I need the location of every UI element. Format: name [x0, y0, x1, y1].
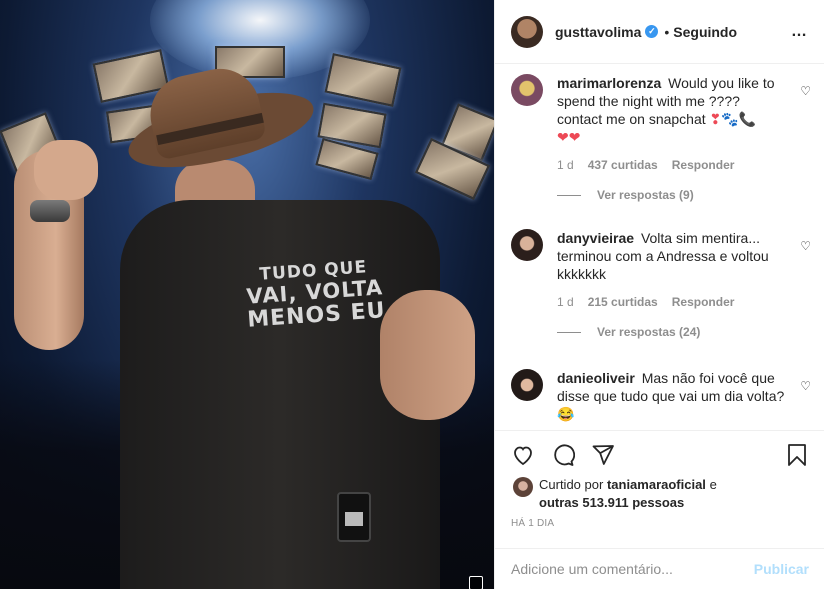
- watermark-icon: [469, 576, 483, 589]
- like-button[interactable]: [511, 439, 551, 471]
- heart-icon: [514, 446, 532, 465]
- reply-button[interactable]: Responder: [672, 295, 735, 309]
- follow-button[interactable]: Seguindo: [673, 24, 737, 40]
- avatar[interactable]: [511, 369, 543, 401]
- share-icon: [592, 444, 614, 465]
- wristwatch: [30, 200, 70, 222]
- comment-item: danieoliveir Mas não foi você que disse …: [511, 369, 811, 423]
- fist: [34, 140, 98, 200]
- comment-body: marimarlorenza Would you like to spend t…: [557, 74, 787, 146]
- view-replies-label: Ver respostas (9): [597, 188, 694, 202]
- separator-dot: •: [664, 23, 670, 40]
- divider-line: [557, 331, 581, 333]
- post-timestamp[interactable]: HÁ 1 DIA: [511, 518, 554, 529]
- bookmark-icon: [788, 443, 806, 466]
- publish-button[interactable]: Publicar: [754, 561, 809, 577]
- add-comment-bar: Adicione um comentário... Publicar: [495, 548, 824, 589]
- comment-username[interactable]: danyvieirae: [557, 230, 634, 246]
- avatar[interactable]: [511, 229, 543, 261]
- comment-icon: [554, 444, 575, 466]
- comment-body: danyvieirae Volta sim mentira... termino…: [557, 229, 787, 283]
- post-header: gusttavolima ✓ • Seguindo …: [495, 0, 824, 64]
- comment-input[interactable]: Adicione um comentário...: [511, 561, 754, 577]
- comment-username[interactable]: marimarlorenza: [557, 75, 661, 91]
- comment-item: danyvieirae Volta sim mentira... termino…: [511, 229, 811, 339]
- comment-body: danieoliveir Mas não foi você que disse …: [557, 369, 787, 423]
- comment-like-heart-icon[interactable]: ♡: [800, 379, 811, 393]
- save-button[interactable]: [785, 439, 809, 471]
- verified-badge-icon: ✓: [645, 25, 659, 38]
- comment-time: 1 d: [557, 295, 574, 309]
- comment-like-heart-icon[interactable]: ♡: [800, 84, 811, 98]
- avatar[interactable]: [513, 477, 533, 497]
- view-replies-button[interactable]: Ver respostas (24): [557, 325, 811, 339]
- comment-meta: 1 d 215 curtidas Responder: [557, 295, 811, 309]
- post-action-bar: [495, 430, 824, 478]
- liker-username[interactable]: taniamaraoficial: [607, 477, 706, 492]
- comments-list[interactable]: marimarlorenza Would you like to spend t…: [495, 64, 824, 430]
- comment-emoji: ❣🐾📞: [709, 111, 757, 127]
- post-photo[interactable]: TUDO QUE VAI, VOLTA MENOS EU: [0, 0, 494, 589]
- comment-item: marimarlorenza Would you like to spend t…: [511, 74, 811, 202]
- wireless-mic-pack: [337, 492, 371, 542]
- hearts-emoji: ❤❤: [557, 129, 581, 145]
- post-side-panel: gusttavolima ✓ • Seguindo … marimarloren…: [494, 0, 824, 589]
- likes-prefix: Curtido por: [539, 477, 604, 492]
- comment-emoji: 😂: [557, 406, 575, 422]
- likes-others-link[interactable]: outras 513.911 pessoas: [539, 495, 684, 510]
- more-options-icon[interactable]: …: [791, 23, 808, 41]
- divider-line: [557, 194, 581, 196]
- comment-like-heart-icon[interactable]: ♡: [800, 239, 811, 253]
- stage-screen: [324, 53, 402, 107]
- comment-button[interactable]: [551, 439, 591, 471]
- likes-summary: Curtido por taniamaraoficial e outras 51…: [511, 476, 811, 512]
- comment-username[interactable]: danieoliveir: [557, 370, 635, 386]
- avatar[interactable]: [511, 15, 543, 48]
- likes-connector: e: [709, 477, 717, 492]
- comment-likes-count[interactable]: 215 curtidas: [588, 295, 658, 309]
- avatar[interactable]: [511, 74, 543, 106]
- view-replies-button[interactable]: Ver respostas (9): [557, 188, 811, 202]
- comment-likes-count[interactable]: 437 curtidas: [588, 158, 658, 172]
- view-replies-label: Ver respostas (24): [597, 325, 701, 339]
- post-username[interactable]: gusttavolima: [555, 24, 641, 40]
- share-button[interactable]: [591, 439, 631, 471]
- shirt-print: TUDO QUE VAI, VOLTA MENOS EU: [223, 256, 407, 334]
- reply-button[interactable]: Responder: [672, 158, 735, 172]
- comment-time: 1 d: [557, 158, 574, 172]
- comment-meta: 1 d 437 curtidas Responder: [557, 158, 811, 172]
